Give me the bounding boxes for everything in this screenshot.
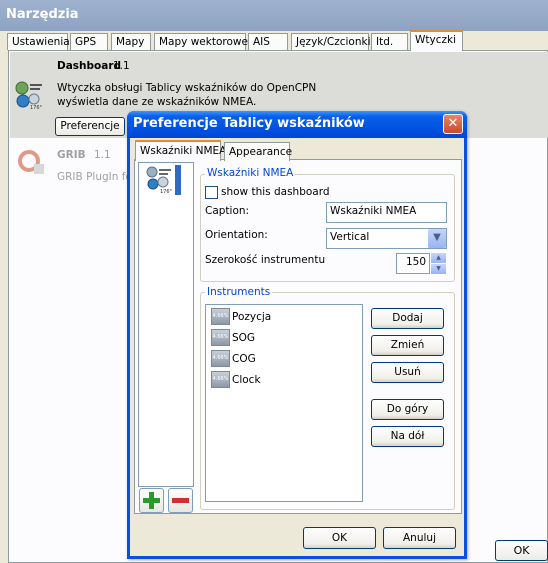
background-ok-button[interactable]: OK xyxy=(495,540,548,561)
caption-label: Caption: xyxy=(205,205,250,217)
dashboard-list-selection xyxy=(175,165,181,195)
remove-dashboard-button[interactable] xyxy=(168,488,193,513)
plugin-grib-name: GRIB xyxy=(57,149,86,161)
instrument-item-cog[interactable]: COG xyxy=(232,353,256,365)
instrument-width-input[interactable]: 150 xyxy=(396,253,430,274)
instrument-width-label: Szerokość instrumentu xyxy=(205,254,326,266)
tab-mapy[interactable]: Mapy xyxy=(111,33,151,50)
instrument-icon: 4.66% xyxy=(211,308,230,325)
spin-down-icon[interactable]: ▼ xyxy=(431,264,446,274)
ok-button[interactable]: OK xyxy=(303,527,376,549)
tab-appearance[interactable]: Appearance xyxy=(224,142,292,161)
cancel-button[interactable]: Anuluj xyxy=(383,527,456,549)
show-dashboard-checkbox[interactable] xyxy=(205,186,218,199)
add-dashboard-button[interactable] xyxy=(139,488,164,513)
svg-text:176°: 176° xyxy=(30,105,43,110)
tab-wtyczki[interactable]: Wtyczki xyxy=(410,30,463,51)
instrument-item-pozycja[interactable]: Pozycja xyxy=(232,311,271,323)
spin-up-icon[interactable]: ▲ xyxy=(431,253,446,263)
instrument-item-clock[interactable]: Clock xyxy=(232,374,261,386)
chevron-down-icon[interactable]: ▼ xyxy=(428,229,446,248)
tab-itd[interactable]: Itd. xyxy=(371,33,408,50)
plugin-dashboard-description-2: wyświetla dane ze wskaźników NMEA. xyxy=(57,96,257,108)
tab-mapy-wektorowe[interactable]: Mapy wektorowe xyxy=(154,33,248,50)
svg-text:176°: 176° xyxy=(160,189,173,195)
remove-instrument-button[interactable]: Usuń xyxy=(371,362,444,383)
tab-ais[interactable]: AIS xyxy=(248,33,288,50)
orientation-label: Orientation: xyxy=(205,229,268,241)
dialog-title: Preferencje Tablicy wskaźników xyxy=(133,116,365,131)
plugin-grib-description: GRIB PlugIn fo xyxy=(57,171,129,183)
add-instrument-button[interactable]: Dodaj xyxy=(371,308,444,329)
tab-jezyk-czcionki[interactable]: Język/Czcionki xyxy=(291,33,371,50)
tab-ustawienia[interactable]: Ustawienia xyxy=(7,33,70,50)
tab-gps[interactable]: GPS xyxy=(70,33,108,50)
dashboard-list[interactable] xyxy=(138,162,194,487)
plugin-dashboard-description-1: Wtyczka obsługi Tablicy wskaźników do Op… xyxy=(57,82,317,94)
instruments-group-title: Instruments xyxy=(205,286,273,298)
instrument-item-sog[interactable]: SOG xyxy=(232,332,255,344)
instrument-icon: 4.66% xyxy=(211,350,230,367)
tab-wskazniki-nmea[interactable]: Wskaźniki NMEA xyxy=(135,140,226,161)
orientation-value: Vertical xyxy=(330,231,370,243)
move-down-button[interactable]: Na dół xyxy=(371,426,444,447)
minus-icon xyxy=(172,498,189,503)
grib-plugin-icon xyxy=(16,148,46,178)
close-icon[interactable]: ✕ xyxy=(443,114,463,134)
instrument-icon: 4.66% xyxy=(211,371,230,388)
nmea-group-title: Wskaźniki NMEA xyxy=(205,167,296,179)
dashboard-plugin-icon: 176° xyxy=(14,80,44,111)
edit-instrument-button[interactable]: Zmień xyxy=(371,335,444,356)
plus-icon xyxy=(143,492,160,509)
dashboard-list-item-icon[interactable]: 176° xyxy=(144,165,174,195)
background-window-title: Narzędzia xyxy=(6,7,79,22)
move-up-button[interactable]: Do góry xyxy=(371,399,444,420)
plugin-grib-version: 1.1 xyxy=(94,149,111,161)
caption-input[interactable]: Wskaźniki NMEA xyxy=(326,202,447,223)
show-dashboard-label: show this dashboard xyxy=(221,186,330,198)
instrument-icon: 4.66% xyxy=(211,329,230,346)
background-titlebar xyxy=(0,0,548,31)
plugin-dashboard-name: Dashboard xyxy=(57,60,122,72)
preferences-button[interactable]: Preferencje xyxy=(55,117,125,136)
plugin-dashboard-version: 1.1 xyxy=(113,60,130,72)
